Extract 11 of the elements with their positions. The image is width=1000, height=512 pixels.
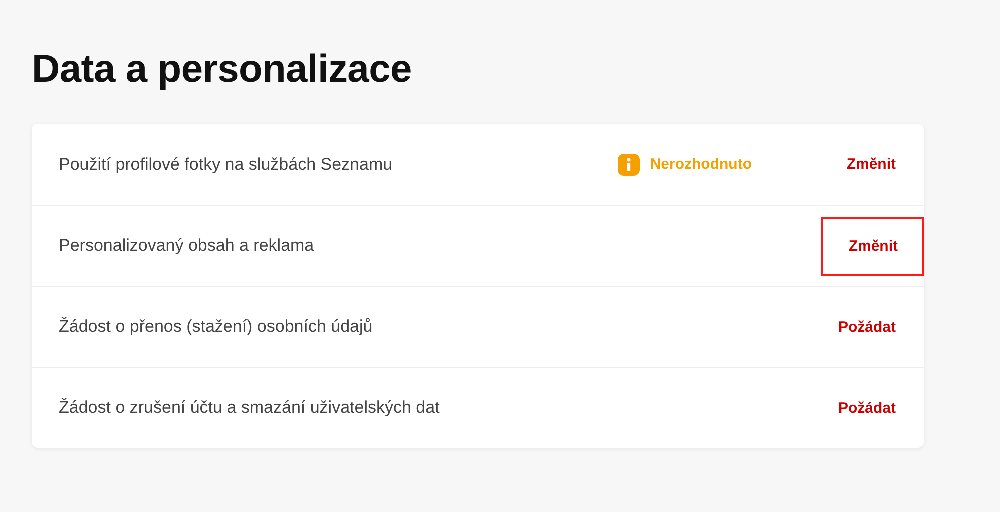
info-icon: [618, 154, 640, 176]
action-link[interactable]: Požádat: [836, 298, 898, 356]
status-text: Nerozhodnuto: [650, 156, 752, 173]
page-title: Data a personalizace: [32, 47, 413, 93]
action-link[interactable]: Změnit: [820, 216, 924, 276]
setting-label: Žádost o zrušení účtu a smazání uživatelských dat: [59, 398, 441, 418]
action-link[interactable]: Požádat: [836, 378, 898, 438]
action-link[interactable]: Změnit: [844, 135, 898, 194]
setting-label: Použití profilové fotky na službách Seznamu: [59, 154, 394, 174]
setting-label: Žádost o přenos (stažení) osobních údajů: [59, 317, 374, 337]
setting-label: Personalizovaný obsah a reklama: [59, 236, 316, 256]
